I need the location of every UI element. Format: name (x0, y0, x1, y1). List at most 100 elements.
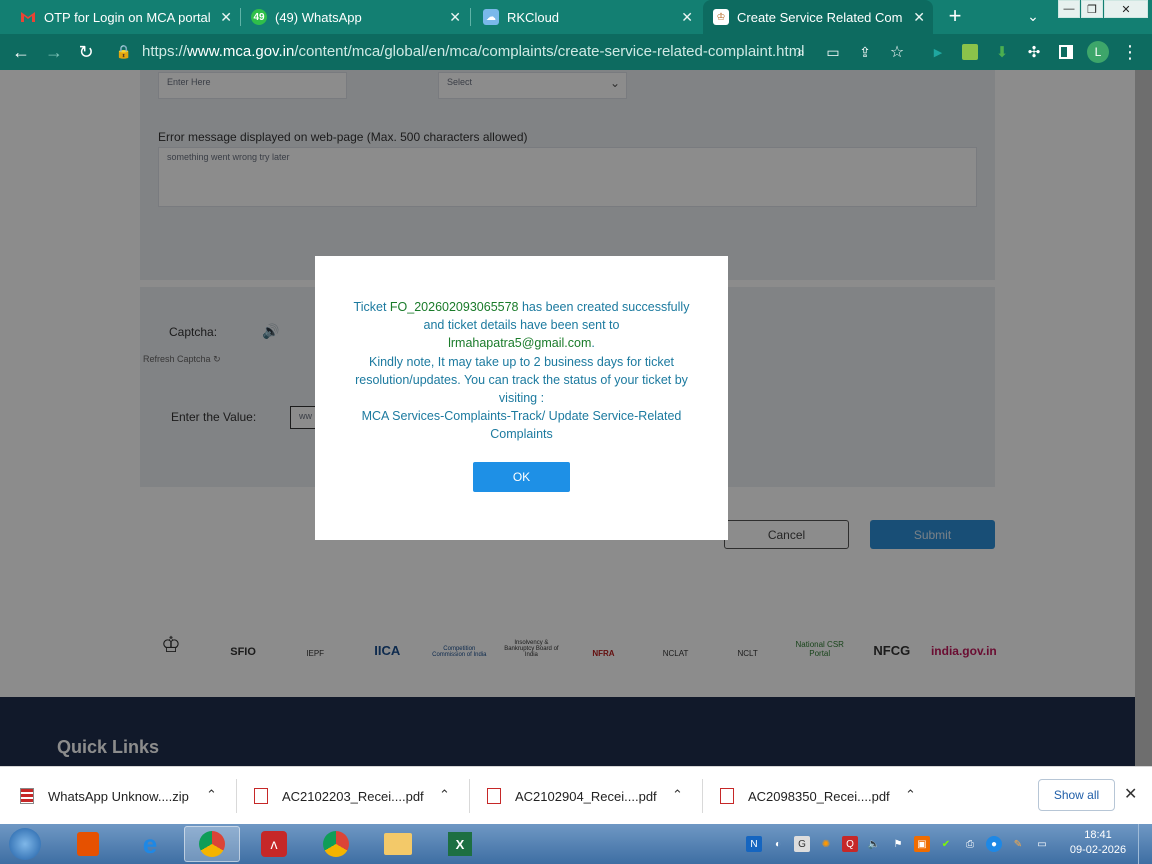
close-icon[interactable]: ✕ (220, 9, 232, 26)
taskbar-internet-explorer[interactable]: e (122, 826, 178, 862)
clock-time: 18:41 (1084, 829, 1112, 841)
chrome-icon (323, 831, 349, 857)
taskbar-chrome[interactable] (308, 826, 364, 862)
zoom-search-icon[interactable]: ⌕ (789, 40, 813, 64)
chevron-up-icon[interactable]: ⌃ (672, 787, 683, 803)
tab-rkcloud[interactable]: ☁ RKCloud ✕ (471, 0, 701, 34)
download-filename: AC2102904_Recei....pdf (515, 788, 657, 804)
tray-n-icon[interactable]: N (746, 836, 762, 852)
card-icon[interactable]: ▭ (821, 40, 845, 64)
ticket-id: FO_202602093065578 (389, 300, 519, 314)
tab-whatsapp[interactable]: 49 (49) WhatsApp ✕ (241, 0, 469, 34)
download-item[interactable]: AC2102203_Recei....pdf (254, 767, 424, 825)
close-icon[interactable]: ✕ (913, 9, 925, 26)
puzzle-extensions-icon[interactable]: ✣ (1022, 40, 1046, 64)
gmail-icon (20, 9, 36, 25)
url-path: /content/mca/global/en/mca/complaints/cr… (294, 43, 805, 60)
tray-check-icon[interactable]: ✔ (938, 836, 954, 852)
tray-gear-icon[interactable]: ✺ (818, 836, 834, 852)
tab-title: Create Service Related Complai (737, 9, 902, 25)
taskbar-acrobat[interactable]: ᴧ (246, 826, 302, 862)
minimize-icon[interactable]: — (1058, 0, 1080, 18)
menu-dots-icon[interactable]: ⋮ (1118, 40, 1142, 64)
download-filename: AC2098350_Recei....pdf (748, 788, 890, 804)
pdf-icon (254, 788, 268, 804)
bookmark-star-icon[interactable]: ☆ (885, 40, 909, 64)
tray-network-icon[interactable]: ⎙ (962, 836, 978, 852)
tray-monitor-icon[interactable]: ▭ (1034, 836, 1050, 852)
folder-icon (384, 833, 412, 855)
download-item[interactable]: AC2098350_Recei....pdf (720, 767, 890, 825)
start-button[interactable] (0, 826, 50, 862)
profile-avatar[interactable]: L (1086, 40, 1110, 64)
tray-leaf-icon[interactable]: ◐ (770, 836, 786, 852)
lock-icon[interactable]: 🔒 (112, 40, 136, 64)
url-prefix: https:// (142, 43, 188, 60)
close-icon[interactable]: ✕ (1124, 784, 1137, 804)
ticket-created-dialog: Ticket FO_202602093065578 has been creat… (315, 256, 728, 540)
chevron-up-icon[interactable]: ⌃ (439, 787, 450, 803)
browser-toolbar: ← → ↻ 🔒 https://www.mca.gov.in/content/m… (0, 34, 1152, 70)
taskbar-clock[interactable]: 18:41 09-02-2026 (1062, 828, 1134, 858)
close-icon[interactable]: ✕ (449, 9, 461, 26)
download-separator (469, 779, 470, 813)
tray-blue-icon[interactable]: ● (986, 836, 1002, 852)
download-icon[interactable]: ⬇ (990, 40, 1014, 64)
tab-search-chevron-icon[interactable]: ⌄ (1021, 4, 1045, 28)
reload-icon[interactable]: ↻ (74, 40, 98, 64)
taskbar-media-player[interactable] (60, 826, 116, 862)
taskbar-chrome-active[interactable] (184, 826, 240, 862)
download-item[interactable]: WhatsApp Unknow....zip (20, 767, 189, 825)
tab-title: RKCloud (507, 9, 560, 25)
cloud-icon: ☁ (483, 9, 499, 25)
taskbar-explorer[interactable] (370, 826, 426, 862)
side-panel-icon[interactable] (1054, 40, 1078, 64)
new-tab-icon[interactable]: + (943, 3, 967, 28)
tray-tool-icon[interactable]: ✎ (1010, 836, 1026, 852)
forward-arrow-icon[interactable]: → (42, 40, 66, 64)
ticket-email: lrmahapatra5@gmail.com (448, 336, 592, 351)
ticket-message: Ticket FO_202602093065578 has been creat… (345, 298, 698, 444)
ok-button[interactable]: OK (473, 462, 570, 492)
download-filename: AC2102203_Recei....pdf (282, 788, 424, 804)
tab-create-complaint[interactable]: ♔ Create Service Related Complai ✕ (703, 0, 933, 34)
chevron-up-icon[interactable]: ⌃ (905, 787, 916, 803)
track-complaints-link[interactable]: MCA Services-Complaints-Track/ Update Se… (362, 409, 682, 441)
close-icon[interactable]: ✕ (681, 9, 693, 26)
tab-strip: OTP for Login on MCA portal - ✕ 49 (49) … (0, 0, 1152, 34)
tray-flag-icon[interactable]: ⚑ (890, 836, 906, 852)
pdf-icon (487, 788, 501, 804)
url-domain: www.mca.gov.in (187, 43, 295, 60)
tab-gmail[interactable]: OTP for Login on MCA portal - ✕ (8, 0, 240, 34)
download-item[interactable]: AC2102904_Recei....pdf (487, 767, 657, 825)
acrobat-icon: ᴧ (261, 831, 287, 857)
show-desktop-button[interactable] (1138, 824, 1152, 864)
extension-sheet-icon[interactable] (958, 40, 982, 64)
close-window-icon[interactable]: ✕ (1104, 0, 1148, 18)
tray-q-icon[interactable]: Q (842, 836, 858, 852)
zip-icon (20, 788, 34, 804)
share-icon[interactable]: ⇪ (853, 40, 877, 64)
pdf-icon (720, 788, 734, 804)
taskbar-excel[interactable]: X (432, 826, 488, 862)
whatsapp-icon: 49 (251, 9, 267, 25)
excel-icon: X (448, 832, 472, 856)
address-bar[interactable]: https://www.mca.gov.in/content/mca/globa… (142, 43, 805, 60)
restore-icon[interactable]: ❐ (1081, 0, 1103, 18)
media-player-icon (77, 832, 99, 856)
chrome-icon (199, 831, 225, 857)
download-separator (702, 779, 703, 813)
download-separator (236, 779, 237, 813)
volume-icon[interactable]: 🔈 (866, 836, 882, 852)
tab-title: OTP for Login on MCA portal - (44, 9, 214, 25)
chevron-up-icon[interactable]: ⌃ (206, 787, 217, 803)
tab-title: (49) WhatsApp (275, 9, 362, 25)
mca-emblem-icon: ♔ (713, 9, 729, 25)
tray-orange-icon[interactable]: ▣ (914, 836, 930, 852)
windows-logo-icon (9, 828, 41, 860)
email-suffix: . (591, 336, 595, 351)
show-all-button[interactable]: Show all (1038, 779, 1115, 811)
tray-gn-icon[interactable]: G (794, 836, 810, 852)
back-arrow-icon[interactable]: ← (9, 40, 33, 64)
media-play-icon[interactable]: ▶ (926, 40, 950, 64)
